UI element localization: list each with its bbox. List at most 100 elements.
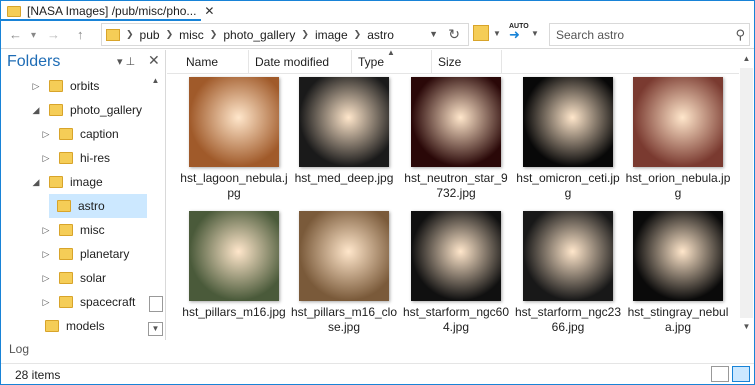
- tree-item-misc[interactable]: ▷ misc: [1, 218, 147, 242]
- breadcrumb-label: pub: [139, 27, 160, 42]
- file-tile[interactable]: hst_starform_ngc604.jpg: [401, 209, 511, 339]
- file-tile[interactable]: hst_omicron_ceti.jpg: [513, 75, 623, 205]
- breadcrumb-astro[interactable]: ❯ astro: [354, 28, 394, 42]
- up-arrow-icon[interactable]: ↑: [77, 27, 84, 42]
- address-bar[interactable]: ❯ pub ❯ misc ❯ photo_gallery ❯ image ❯ astro …: [101, 23, 469, 46]
- refresh-icon[interactable]: ↻: [448, 26, 460, 43]
- chevron-down-icon[interactable]: ▼: [493, 29, 501, 38]
- chevron-right-icon: ❯: [126, 29, 134, 39]
- folder-icon: [59, 128, 73, 140]
- file-tile[interactable]: hst_pillars_m16.jpg: [179, 209, 289, 339]
- folder-icon: [59, 272, 73, 284]
- collapsed-arrow-icon[interactable]: ▷: [41, 249, 51, 260]
- tree-item-label: hi-res: [80, 151, 111, 165]
- scroll-up-icon[interactable]: ▲: [739, 54, 754, 68]
- breadcrumb-pub[interactable]: ❯ pub: [126, 28, 160, 42]
- breadcrumb-misc[interactable]: ❯ misc: [166, 28, 204, 42]
- column-header-date-modified[interactable]: Date modified: [249, 50, 352, 74]
- tree-item-models[interactable]: models: [1, 314, 147, 338]
- file-name: hst_starform_ngc604.jpg: [402, 305, 510, 334]
- back-arrow-icon[interactable]: ←: [9, 27, 22, 42]
- collapsed-arrow-icon[interactable]: ▷: [41, 273, 51, 284]
- tree-item-label: caption: [80, 127, 119, 141]
- file-tile[interactable]: hst_med_deep.jpg: [289, 75, 399, 205]
- scroll-up-icon[interactable]: ▲: [148, 74, 163, 88]
- details-view-icon[interactable]: [711, 366, 729, 382]
- collapsed-arrow-icon[interactable]: ▷: [41, 297, 51, 308]
- active-tab-indicator: [1, 1, 201, 21]
- collapsed-arrow-icon[interactable]: ▷: [41, 225, 51, 236]
- tree-item-image[interactable]: ◢ image: [1, 170, 147, 194]
- tree-item-solar[interactable]: ▷ solar: [1, 266, 147, 290]
- file-tile[interactable]: hst_neutron_star_9732.jpg: [401, 75, 511, 205]
- tree-item-label: solar: [80, 271, 107, 285]
- file-name: hst_neutron_star_9732.jpg: [404, 171, 508, 200]
- search-icon[interactable]: ⚲: [735, 27, 745, 43]
- forward-arrow-icon[interactable]: →: [47, 27, 60, 42]
- history-dropdown-icon[interactable]: ▾: [31, 30, 36, 41]
- folder-tree-scrollbar[interactable]: ▲ ▼: [147, 74, 164, 340]
- tree-item-astro[interactable]: astro: [49, 194, 147, 218]
- search-box[interactable]: ⚲: [549, 23, 750, 46]
- file-tile[interactable]: hst_stingray_nebula.jpg: [623, 209, 733, 339]
- tree-item-orbits[interactable]: ▷ orbits: [1, 74, 147, 98]
- scroll-down-icon[interactable]: ▼: [739, 322, 754, 336]
- file-tile[interactable]: hst_pillars_m16_close.jpg: [289, 209, 399, 339]
- tree-item-spacecraft[interactable]: ▷ spacecraft: [1, 290, 147, 314]
- tree-item-label: models: [66, 319, 105, 333]
- column-header-name[interactable]: Name: [167, 50, 249, 74]
- tree-item-label: spacecraft: [80, 295, 136, 309]
- file-tile[interactable]: hst_starform_ngc2366.jpg: [513, 209, 623, 339]
- expanded-arrow-icon[interactable]: ◢: [31, 177, 41, 188]
- folder-icon: [59, 224, 73, 236]
- log-label[interactable]: Log: [9, 342, 29, 356]
- close-icon[interactable]: ✕: [148, 52, 160, 69]
- tree-item-caption[interactable]: ▷ caption: [1, 122, 147, 146]
- tree-item-hi-res[interactable]: ▷ hi-res: [1, 146, 147, 170]
- collapsed-arrow-icon[interactable]: ▷: [31, 81, 41, 92]
- tree-item-label: planetary: [80, 247, 130, 261]
- pin-icon[interactable]: ▾ ⊥: [117, 55, 135, 68]
- scroll-track[interactable]: [740, 68, 753, 318]
- search-input[interactable]: [556, 27, 726, 42]
- file-name: hst_pillars_m16.jpg: [182, 305, 286, 319]
- chevron-down-icon[interactable]: ▼: [531, 29, 539, 38]
- folder-icon: [59, 248, 73, 260]
- expanded-arrow-icon[interactable]: ◢: [31, 105, 41, 116]
- collapsed-arrow-icon[interactable]: ▷: [41, 153, 51, 164]
- folder-icon: [59, 152, 73, 164]
- image-thumbnail: [633, 77, 723, 167]
- close-tab-button[interactable]: ✕: [202, 4, 216, 18]
- folder-link-icon[interactable]: [473, 25, 489, 41]
- file-name: hst_starform_ngc2366.jpg: [514, 305, 622, 334]
- tree-item-photo-gallery[interactable]: ◢ photo_gallery: [1, 98, 147, 122]
- tree-item-planetary[interactable]: ▷ planetary: [1, 242, 147, 266]
- folder-icon: [59, 296, 73, 308]
- file-name: hst_orion_nebula.jpg: [625, 171, 731, 200]
- image-thumbnail: [523, 211, 613, 301]
- image-thumbnail: [633, 211, 723, 301]
- file-tile[interactable]: hst_orion_nebula.jpg: [623, 75, 733, 205]
- folder-icon: [106, 28, 120, 41]
- chevron-down-icon[interactable]: ▼: [429, 29, 438, 39]
- image-thumbnail: [189, 211, 279, 301]
- breadcrumb-photo-gallery[interactable]: ❯ photo_gallery: [210, 28, 296, 42]
- thumbnails-view-icon[interactable]: [732, 366, 750, 382]
- breadcrumb-image[interactable]: ❯ image: [301, 28, 347, 42]
- chevron-right-icon: ❯: [353, 29, 362, 39]
- scroll-thumb[interactable]: [149, 296, 163, 312]
- collapsed-arrow-icon[interactable]: ▷: [41, 129, 51, 140]
- auto-sync-button[interactable]: AUTO ➜: [509, 23, 529, 45]
- column-header-size[interactable]: Size: [432, 50, 502, 74]
- folder-icon: [45, 320, 59, 332]
- file-tile[interactable]: hst_lagoon_nebula.jpg: [179, 75, 289, 205]
- sync-arrow-icon: ➜: [509, 27, 520, 42]
- folders-panel: Folders ▾ ⊥ ✕ ▷ orbits ◢ photo_gallery ▷ capt…: [1, 50, 166, 340]
- folder-icon: [57, 200, 71, 212]
- scroll-down-icon[interactable]: ▼: [148, 322, 163, 336]
- tree-item-label: misc: [80, 223, 105, 237]
- breadcrumb-label: misc: [179, 27, 204, 42]
- file-name: hst_lagoon_nebula.jpg: [180, 171, 288, 200]
- file-grid-scrollbar[interactable]: ▲ ▼: [739, 50, 754, 340]
- tree-item-label: astro: [78, 199, 105, 213]
